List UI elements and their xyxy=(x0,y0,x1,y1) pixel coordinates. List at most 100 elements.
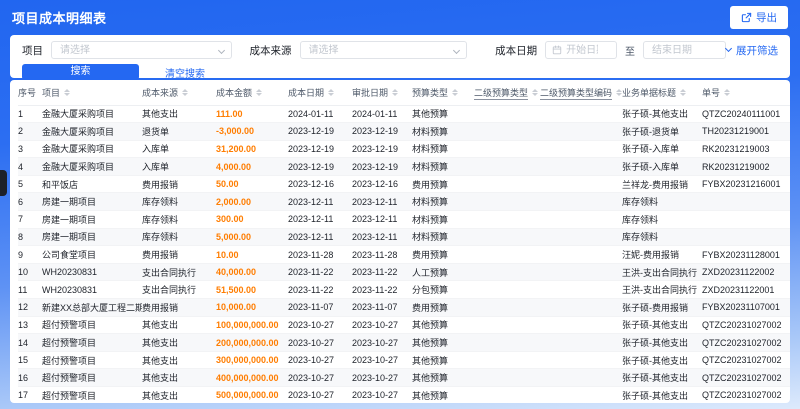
table-cell: 3 xyxy=(18,140,42,159)
table-cell xyxy=(474,280,540,300)
table-cell: 费用预算 xyxy=(412,245,474,264)
table-cell: 超付预警项目 xyxy=(42,351,142,370)
table-row: 14 超付预警项目 其他支出 200,000,000.00 2023-10-27 2023… xyxy=(18,333,790,352)
table-cell: ZXD20231122001 xyxy=(702,280,790,300)
table-cell: QTZC20231027002 xyxy=(702,316,790,335)
table-cell: 2023-12-19 xyxy=(352,140,412,159)
column-header[interactable]: 成本来源 xyxy=(142,80,216,106)
sort-icon[interactable] xyxy=(392,88,399,96)
table-cell: 200,000,000.00 xyxy=(216,333,288,352)
clear-search-link[interactable]: 清空搜索 xyxy=(165,65,205,80)
table-cell: 支出合同执行 xyxy=(142,263,216,282)
column-header[interactable]: 成本日期 xyxy=(288,80,352,106)
table-cell xyxy=(540,368,622,387)
table-cell: TH20231219001 xyxy=(702,122,790,141)
table-cell: 2023-11-22 xyxy=(288,263,352,282)
table-cell: 51,500.00 xyxy=(216,280,288,300)
column-header[interactable]: 成本金额 xyxy=(216,80,288,106)
sort-icon[interactable] xyxy=(452,88,459,96)
table-cell: 兰祥龙-费用报销 xyxy=(622,175,702,194)
end-date-field[interactable] xyxy=(644,42,725,58)
table-cell: 2023-11-07 xyxy=(352,298,412,317)
table-cell: 10 xyxy=(18,263,42,282)
cost-source-select-input[interactable] xyxy=(300,42,467,58)
table-cell xyxy=(540,210,622,229)
table-cell: 其他支出 xyxy=(142,105,216,124)
table-cell: 张子硕-入库单 xyxy=(622,140,702,159)
start-date-input[interactable] xyxy=(545,41,618,59)
table-cell xyxy=(474,351,540,370)
table-cell: FYBX20231216001 xyxy=(702,175,790,194)
table-cell xyxy=(540,298,622,317)
table-cell: 10.00 xyxy=(216,245,288,264)
table-cell: 金融大厦采购项目 xyxy=(42,140,142,159)
table-cell: 房建一期项目 xyxy=(42,192,142,212)
table-cell xyxy=(540,105,622,124)
table-cell: -3,000.00 xyxy=(216,122,288,141)
column-label: 二级预算类型编码 xyxy=(540,87,613,100)
table-cell: 2023-12-19 xyxy=(288,157,352,176)
table-cell xyxy=(474,175,540,194)
column-header[interactable]: 业务单据标题 xyxy=(622,80,702,106)
expand-filter-link[interactable]: 展开筛选 xyxy=(724,43,778,58)
table-cell xyxy=(540,263,622,282)
table-cell xyxy=(474,228,540,247)
sort-icon[interactable] xyxy=(182,88,189,96)
export-button[interactable]: 导出 xyxy=(730,5,788,29)
table-row: 2 金融大厦采购项目 退货单 -3,000.00 2023-12-19 2023-12-1… xyxy=(18,122,790,141)
sort-icon[interactable] xyxy=(724,88,731,96)
sort-icon[interactable] xyxy=(256,88,263,96)
table-cell: 5,000.00 xyxy=(216,228,288,247)
table-cell: 2023-12-16 xyxy=(352,175,412,194)
column-header: 序号 xyxy=(18,80,42,106)
project-select-input[interactable] xyxy=(52,42,231,58)
table-cell: 其他支出 xyxy=(142,333,216,352)
column-header[interactable]: 项目 xyxy=(42,80,142,106)
project-select[interactable] xyxy=(51,41,232,59)
table-cell xyxy=(474,122,540,141)
table-cell: 15 xyxy=(18,351,42,370)
end-date-input[interactable] xyxy=(643,41,726,59)
table-cell xyxy=(474,316,540,335)
table-cell: FYBX20231107001 xyxy=(702,298,790,317)
cost-source-select[interactable] xyxy=(299,41,468,59)
column-header[interactable]: 单号 xyxy=(702,80,790,106)
table-cell: 2023-12-11 xyxy=(352,192,412,212)
date-range-to-label: 至 xyxy=(625,46,636,58)
chevron-down-icon xyxy=(724,44,733,53)
table-cell: 材料预算 xyxy=(412,210,474,229)
table-cell: 张子硕-其他支出 xyxy=(622,368,702,387)
table-cell xyxy=(540,122,622,141)
table-cell xyxy=(540,333,622,352)
table-cell xyxy=(474,298,540,317)
table-cell: QTZC20240111001 xyxy=(702,105,790,124)
table-cell: 2023-11-07 xyxy=(288,298,352,317)
sort-icon[interactable] xyxy=(532,88,539,96)
table-cell: QTZC20231027002 xyxy=(702,386,790,403)
table-cell: 张子硕-费用报销 xyxy=(622,298,702,317)
column-header[interactable]: 二级预算类型编码 xyxy=(540,80,622,106)
table-cell: 500,000,000.00 xyxy=(216,386,288,403)
table-cell xyxy=(474,333,540,352)
column-header[interactable]: 二级预算类型 xyxy=(474,80,540,106)
table-cell: 2023-11-28 xyxy=(352,245,412,264)
table-cell: 王洪-支出合同执行 xyxy=(622,280,702,300)
start-date-field[interactable] xyxy=(562,42,617,58)
column-header[interactable]: 预算类型 xyxy=(412,80,474,106)
table-cell: QTZC20231027002 xyxy=(702,333,790,352)
table-cell: 17 xyxy=(18,386,42,403)
table-cell: 7 xyxy=(18,210,42,229)
table-cell: 2023-11-22 xyxy=(288,280,352,300)
table-cell xyxy=(540,351,622,370)
sort-icon[interactable] xyxy=(328,88,335,96)
table-cell: 10,000.00 xyxy=(216,298,288,317)
sort-icon[interactable] xyxy=(680,88,687,96)
table-cell: 张子硕-入库单 xyxy=(622,157,702,176)
side-drawer-handle[interactable] xyxy=(0,170,7,196)
table-cell: 13 xyxy=(18,316,42,335)
column-header[interactable]: 审批日期 xyxy=(352,80,412,106)
table-cell xyxy=(474,368,540,387)
sort-icon[interactable] xyxy=(64,88,71,96)
table-cell: 2023-11-22 xyxy=(352,263,412,282)
search-button[interactable]: 搜索 xyxy=(22,64,139,80)
